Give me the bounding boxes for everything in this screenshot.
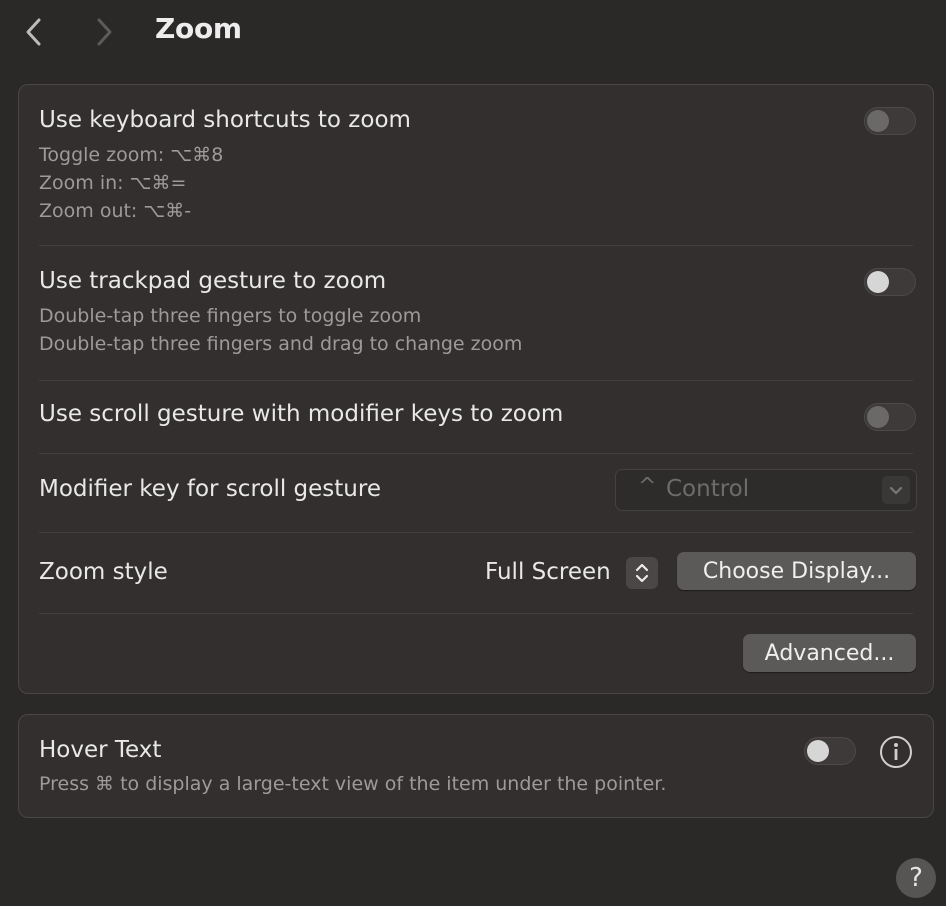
hover-text-title: Hover Text — [39, 737, 162, 763]
zoom-style-value[interactable]: Full Screen — [485, 559, 611, 585]
trackpad-gesture-line-1: Double-tap three fingers to toggle zoom — [39, 305, 422, 327]
zoom-in-shortcut: Zoom in: ⌥⌘= — [39, 172, 187, 194]
zoom-style-stepper[interactable] — [626, 557, 658, 589]
hover-text-toggle[interactable] — [804, 737, 856, 765]
choose-display-button[interactable]: Choose Display... — [677, 552, 916, 590]
keyboard-shortcuts-toggle[interactable] — [864, 107, 916, 135]
control-key-symbol: ^ — [638, 474, 657, 499]
zoom-out-shortcut: Zoom out: ⌥⌘- — [39, 200, 192, 222]
advanced-button[interactable]: Advanced... — [743, 634, 916, 672]
toggle-knob — [867, 271, 889, 293]
toggle-knob — [807, 740, 829, 762]
page-title: Zoom — [155, 12, 242, 45]
back-button[interactable] — [16, 14, 52, 50]
modifier-key-title: Modifier key for scroll gesture — [39, 476, 381, 502]
help-button[interactable]: ? — [896, 858, 936, 898]
hover-text-group: Hover Text Press ⌘ to display a large-te… — [18, 714, 934, 818]
keyboard-shortcuts-title: Use keyboard shortcuts to zoom — [39, 107, 411, 133]
trackpad-gesture-title: Use trackpad gesture to zoom — [39, 268, 387, 294]
up-down-chevron-icon — [635, 563, 649, 583]
toggle-knob — [867, 110, 889, 132]
hover-text-description: Press ⌘ to display a large-text view of … — [39, 773, 667, 795]
modifier-key-value: Control — [666, 476, 750, 502]
chevron-right-icon — [97, 18, 112, 46]
trackpad-gesture-line-2: Double-tap three fingers and drag to cha… — [39, 333, 523, 355]
zoom-style-title: Zoom style — [39, 559, 168, 585]
trackpad-gesture-toggle[interactable] — [864, 268, 916, 296]
scroll-gesture-title: Use scroll gesture with modifier keys to… — [39, 401, 564, 427]
divider — [39, 613, 913, 614]
chevron-down-icon — [882, 476, 910, 504]
chevron-left-icon — [26, 18, 41, 46]
modifier-key-popup[interactable]: ^ Control — [615, 469, 917, 511]
info-icon — [880, 736, 912, 768]
zoom-settings-page: Zoom Use keyboard shortcuts to zoom Togg… — [0, 0, 946, 906]
scroll-gesture-row: Use scroll gesture with modifier keys to… — [19, 381, 933, 453]
toggle-knob — [867, 406, 889, 428]
forward-button[interactable] — [86, 14, 122, 50]
keyboard-shortcuts-row: Use keyboard shortcuts to zoom Toggle zo… — [19, 85, 933, 245]
toggle-zoom-shortcut: Toggle zoom: ⌥⌘8 — [39, 144, 224, 166]
zoom-options-group: Use keyboard shortcuts to zoom Toggle zo… — [18, 84, 934, 694]
trackpad-gesture-row: Use trackpad gesture to zoom Double-tap … — [19, 246, 933, 380]
info-button[interactable] — [879, 735, 913, 769]
scroll-gesture-toggle[interactable] — [864, 403, 916, 431]
